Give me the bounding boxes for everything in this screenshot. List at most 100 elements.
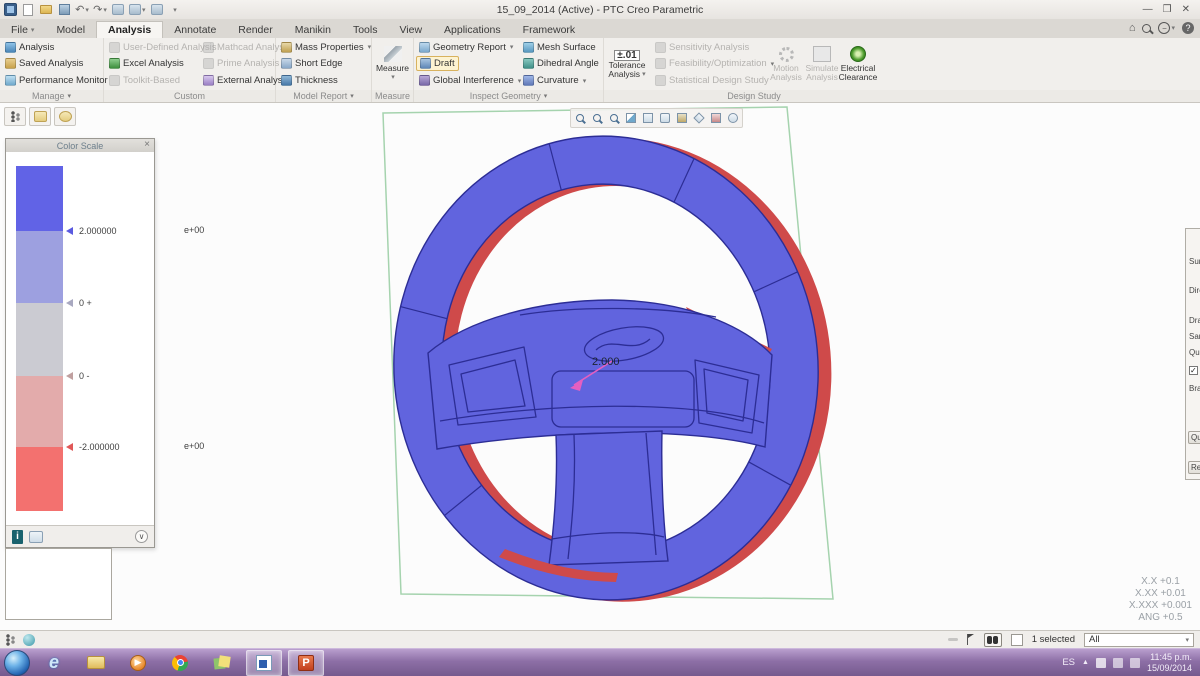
chevron-down-icon: ▾ <box>543 93 548 100</box>
sticky-notes-icon <box>214 656 230 670</box>
customize-qat-button[interactable]: ▾ <box>168 2 182 17</box>
tab-applications[interactable]: Applications <box>433 21 512 38</box>
network-icon[interactable] <box>1112 657 1123 668</box>
repaint-button[interactable] <box>623 110 639 126</box>
show-tree-button[interactable] <box>4 107 26 126</box>
restore-button[interactable]: ❒ <box>1163 4 1172 15</box>
redo-button[interactable]: ↷ ▾ <box>93 2 107 17</box>
external-analysis-button[interactable]: External Analysis <box>200 73 289 88</box>
checkbox[interactable]: ✓ <box>1189 366 1198 375</box>
color-scale-titlebar[interactable]: Color Scale × <box>6 139 154 152</box>
find-button[interactable] <box>983 632 1002 647</box>
dihedral-angle-button[interactable]: Dihedral Angle <box>520 56 600 71</box>
saved-analysis-button[interactable]: Saved Analysis <box>2 56 101 71</box>
tab-model[interactable]: Model <box>45 21 96 38</box>
tab-analysis[interactable]: Analysis <box>96 21 164 38</box>
scale-entry[interactable]: 0 - <box>66 370 90 382</box>
minimize-button[interactable]: — <box>1143 4 1153 15</box>
taskbar-windows-explorer[interactable] <box>78 650 114 676</box>
volume-icon[interactable] <box>1129 657 1140 668</box>
search-icon[interactable] <box>1142 23 1152 33</box>
flip-scale-icon[interactable] <box>29 530 43 543</box>
global-interference-button[interactable]: Global Interference ▾ <box>416 73 521 88</box>
browser-toggle-button[interactable] <box>23 633 35 646</box>
curvature-button[interactable]: Curvature ▾ <box>520 73 600 88</box>
command-locator-button[interactable]: − ▾ <box>1158 22 1175 34</box>
scale-entry[interactable]: 0 + <box>66 297 92 309</box>
spin-center-button[interactable] <box>725 110 741 126</box>
taskbar-clock[interactable]: 11:45 p.m. 15/09/2014 <box>1147 652 1192 673</box>
manage-group-label[interactable]: Manage ▾ <box>0 90 104 102</box>
new-file-button[interactable] <box>21 2 35 17</box>
model-report-group-label[interactable]: Model Report ▾ <box>276 90 372 102</box>
tab-render[interactable]: Render <box>227 21 283 38</box>
zoom-out-button[interactable] <box>606 110 622 126</box>
view-manager-button[interactable] <box>674 110 690 126</box>
taskbar-creo[interactable] <box>246 649 282 676</box>
start-button[interactable] <box>4 649 30 676</box>
saved-orientations-button[interactable] <box>657 110 673 126</box>
annotation-display-button[interactable] <box>708 110 724 126</box>
scale-entry[interactable]: -2.000000 e+00 <box>66 441 204 453</box>
inspect-geometry-group-label[interactable]: Inspect Geometry ▾ <box>414 90 604 102</box>
taskbar-sticky-notes[interactable] <box>204 650 240 676</box>
show-hidden-icons[interactable]: ▲ <box>1082 659 1089 666</box>
steering-wheel-model[interactable]: 2.000 <box>0 103 1200 630</box>
electrical-clearance-button[interactable]: Electrical Clearance <box>839 38 877 90</box>
scale-entry[interactable]: 2.000000 e+00 <box>66 225 204 237</box>
help-icon[interactable]: ? <box>1182 22 1194 34</box>
tab-file[interactable]: File ▾ <box>0 21 45 38</box>
tab-manikin[interactable]: Manikin <box>284 21 342 38</box>
close-button[interactable]: ✕ <box>1182 4 1190 15</box>
short-edge-button[interactable]: Short Edge <box>278 56 369 71</box>
language-indicator[interactable]: ES <box>1062 657 1075 668</box>
mesh-surface-button[interactable]: Mesh Surface <box>520 40 600 55</box>
graphics-toolbar <box>570 108 743 128</box>
undo-button[interactable]: ↶ ▾ <box>75 2 89 17</box>
display-style-button[interactable] <box>640 110 656 126</box>
tolerance-analysis-button[interactable]: ±.01 Tolerance Analysis ▾ <box>604 38 650 90</box>
close-window-button[interactable] <box>150 2 164 17</box>
tree-settings-button[interactable] <box>54 107 76 126</box>
geometry-report-button[interactable]: Geometry Report ▾ <box>416 40 516 55</box>
view-manager-icon <box>677 113 687 123</box>
taskbar-media-player[interactable]: ▶ <box>120 650 156 676</box>
repeat-button[interactable]: Re <box>1188 461 1200 474</box>
refit-button[interactable] <box>572 110 588 126</box>
taskbar-chrome[interactable] <box>162 650 198 676</box>
zoom-in-button[interactable] <box>589 110 605 126</box>
tree-toggle-button[interactable] <box>6 633 15 646</box>
thickness-icon <box>281 75 292 87</box>
regenerate-button[interactable] <box>111 2 125 17</box>
tab-annotate[interactable]: Annotate <box>163 21 227 38</box>
close-icon[interactable]: × <box>144 139 150 150</box>
windows-button[interactable]: ▾ <box>129 2 146 17</box>
expand-options-button[interactable]: ∨ <box>135 530 148 543</box>
graphics-area[interactable]: 2.000 Color Scale × 2.000000 e+00 0 + 0 … <box>0 103 1200 630</box>
analysis-button[interactable]: Analysis <box>2 40 101 55</box>
draft-button[interactable]: Draft <box>416 56 459 72</box>
tab-view[interactable]: View <box>388 21 433 38</box>
model-views-icon[interactable]: ⌂ <box>1129 22 1136 34</box>
open-button[interactable] <box>39 2 53 17</box>
quick-button[interactable]: Qu <box>1188 431 1200 444</box>
taskbar-powerpoint[interactable]: P <box>288 649 324 676</box>
app-icon[interactable] <box>4 3 17 16</box>
select-box-icon[interactable] <box>1010 633 1023 646</box>
datum-display-button[interactable] <box>691 110 707 126</box>
performance-monitor-button[interactable]: Performance Monitor <box>2 73 108 88</box>
action-center-icon[interactable] <box>1095 657 1106 668</box>
tab-framework[interactable]: Framework <box>512 21 587 38</box>
info-icon[interactable]: i <box>12 529 23 544</box>
mass-properties-button[interactable]: Mass Properties ▾ <box>278 40 371 55</box>
excel-analysis-button[interactable]: Excel Analysis <box>106 56 196 71</box>
tree-filter-button[interactable] <box>29 107 51 126</box>
model-tree-panel[interactable] <box>5 548 112 620</box>
measure-button[interactable]: Measure ▾ <box>372 38 413 90</box>
taskbar-internet-explorer[interactable]: e <box>36 650 72 676</box>
filter-dropdown[interactable]: All ▾ <box>1084 632 1194 647</box>
save-button[interactable] <box>57 2 71 17</box>
tab-tools[interactable]: Tools <box>342 21 389 38</box>
thickness-button[interactable]: Thickness <box>278 73 369 88</box>
notifications-flag-icon[interactable] <box>966 634 975 645</box>
